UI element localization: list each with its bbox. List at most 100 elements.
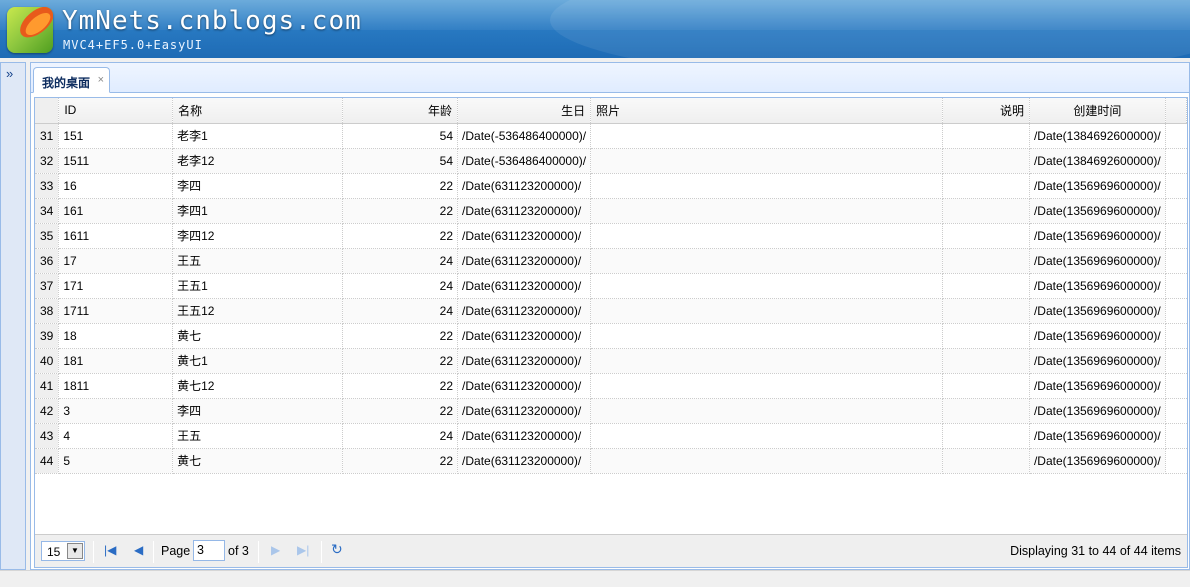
table-row[interactable]: 41 1811 黄七12 22/Date(631123200000)/ /Date(13… (35, 373, 1187, 399)
table-row[interactable]: 32 1511 老李12 54/Date(-536486400000)/ /Date(1… (35, 148, 1187, 174)
cell-birthday: /Date(631123200000)/ (457, 173, 592, 199)
cell-photo (590, 173, 944, 199)
table-row[interactable]: 37 171 王五1 24/Date(631123200000)/ /Date(1356… (35, 273, 1187, 299)
tabs-header: 我的桌面 × (31, 63, 1189, 93)
header-banner: YmNets.cnblogs.com MVC4+EF5.0+EasyUI (0, 0, 1190, 58)
cell-photo (590, 148, 944, 174)
cell-birthday: /Date(631123200000)/ (457, 198, 592, 224)
cell-birthday: /Date(631123200000)/ (457, 323, 592, 349)
cell-age: 24 (342, 248, 459, 274)
scroll-spacer-cell (1165, 173, 1187, 199)
cell-id: 151 (58, 123, 174, 149)
table-row[interactable]: 36 17 王五 24/Date(631123200000)/ /Date(135696… (35, 248, 1187, 274)
cell-photo (590, 348, 944, 374)
scroll-spacer-cell (1165, 248, 1187, 274)
cell-name: 李四12 (172, 223, 344, 249)
row-number: 38 (35, 298, 60, 324)
cell-id: 5 (58, 448, 174, 474)
table-row[interactable]: 39 18 黄七 22/Date(631123200000)/ /Date(135696… (35, 323, 1187, 349)
dropdown-arrow-icon[interactable]: ▼ (67, 543, 83, 559)
tab-close-icon[interactable]: × (98, 74, 104, 86)
table-row[interactable]: 35 1611 李四12 22/Date(631123200000)/ /Date(13… (35, 223, 1187, 249)
first-page-icon[interactable]: |◀ (104, 543, 116, 557)
pager-separator (321, 541, 322, 563)
cell-age: 22 (342, 173, 459, 199)
cell-photo (590, 423, 944, 449)
scroll-spacer-cell (1165, 348, 1187, 374)
tab-label: 我的桌面 (42, 76, 91, 90)
last-page-icon[interactable]: ▶| (297, 543, 309, 557)
table-row[interactable]: 38 1711 王五12 24/Date(631123200000)/ /Date(13… (35, 298, 1187, 324)
cell-age: 24 (342, 423, 459, 449)
cell-photo (590, 273, 944, 299)
cell-birthday: /Date(631123200000)/ (457, 348, 592, 374)
table-row[interactable]: 44 5 黄七 22/Date(631123200000)/ /Date(1356969… (35, 448, 1187, 474)
cell-description (942, 148, 1030, 174)
cell-age: 22 (342, 373, 459, 399)
cell-id: 181 (58, 348, 174, 374)
cell-created: /Date(1356969600000)/ (1029, 373, 1166, 399)
cell-name: 黄七1 (172, 348, 344, 374)
cell-photo (590, 323, 944, 349)
scroll-spacer-cell (1165, 223, 1187, 249)
table-row[interactable]: 43 4 王五 24/Date(631123200000)/ /Date(1356969… (35, 423, 1187, 449)
column-header-birthday[interactable]: 生日 (457, 98, 592, 124)
table-row[interactable]: 31 151 老李1 54/Date(-536486400000)/ /Date(138… (35, 123, 1187, 149)
cell-created: /Date(1356969600000)/ (1029, 173, 1166, 199)
table-row[interactable]: 34 161 李四1 22/Date(631123200000)/ /Date(1356… (35, 198, 1187, 224)
cell-description (942, 248, 1030, 274)
cell-photo (590, 448, 944, 474)
column-header-id[interactable]: ID (58, 98, 174, 124)
cell-id: 17 (58, 248, 174, 274)
column-header-name[interactable]: 名称 (172, 98, 344, 124)
tab-desktop[interactable]: 我的桌面 × (33, 67, 110, 93)
cell-id: 1611 (58, 223, 174, 249)
row-number: 39 (35, 323, 60, 349)
cell-name: 黄七 (172, 323, 344, 349)
cell-birthday: /Date(631123200000)/ (457, 398, 592, 424)
cell-name: 李四 (172, 173, 344, 199)
table-row[interactable]: 33 16 李四 22/Date(631123200000)/ /Date(135696… (35, 173, 1187, 199)
column-header-age[interactable]: 年龄 (342, 98, 459, 124)
pagination-bar: 15 ▼ |◀ ◀ Page 3 of 3 ▶ ▶| ↻ Displaying … (35, 534, 1187, 567)
cell-birthday: /Date(631123200000)/ (457, 423, 592, 449)
cell-name: 王五 (172, 248, 344, 274)
cell-description (942, 173, 1030, 199)
header-scroll-spacer (1165, 98, 1188, 124)
scroll-spacer-cell (1165, 273, 1187, 299)
cell-id: 1511 (58, 148, 174, 174)
site-subtitle: MVC4+EF5.0+EasyUI (63, 38, 203, 52)
refresh-icon[interactable]: ↻ (331, 541, 343, 558)
cell-age: 24 (342, 273, 459, 299)
expand-panel-icon[interactable]: » (6, 67, 13, 80)
cell-created: /Date(1356969600000)/ (1029, 398, 1166, 424)
page-number-input[interactable]: 3 (193, 540, 225, 561)
cell-name: 老李1 (172, 123, 344, 149)
row-number: 44 (35, 448, 60, 474)
cell-age: 22 (342, 448, 459, 474)
cell-id: 171 (58, 273, 174, 299)
row-number: 37 (35, 273, 60, 299)
next-page-icon[interactable]: ▶ (271, 543, 280, 557)
scroll-spacer-cell (1165, 398, 1187, 424)
column-header-created[interactable]: 创建时间 (1029, 98, 1166, 124)
site-logo (7, 7, 53, 53)
cell-id: 1811 (58, 373, 174, 399)
cell-description (942, 398, 1030, 424)
column-header-description[interactable]: 说明 (942, 98, 1030, 124)
cell-id: 161 (58, 198, 174, 224)
cell-name: 王五 (172, 423, 344, 449)
cell-photo (590, 248, 944, 274)
previous-page-icon[interactable]: ◀ (134, 543, 143, 557)
page-size-select[interactable]: 15 ▼ (41, 541, 85, 561)
cell-photo (590, 373, 944, 399)
cell-age: 22 (342, 198, 459, 224)
cell-name: 李四 (172, 398, 344, 424)
row-number: 40 (35, 348, 60, 374)
cell-description (942, 298, 1030, 324)
cell-created: /Date(1356969600000)/ (1029, 298, 1166, 324)
table-row[interactable]: 42 3 李四 22/Date(631123200000)/ /Date(1356969… (35, 398, 1187, 424)
table-row[interactable]: 40 181 黄七1 22/Date(631123200000)/ /Date(1356… (35, 348, 1187, 374)
row-number: 33 (35, 173, 60, 199)
column-header-photo[interactable]: 照片 (590, 98, 944, 124)
